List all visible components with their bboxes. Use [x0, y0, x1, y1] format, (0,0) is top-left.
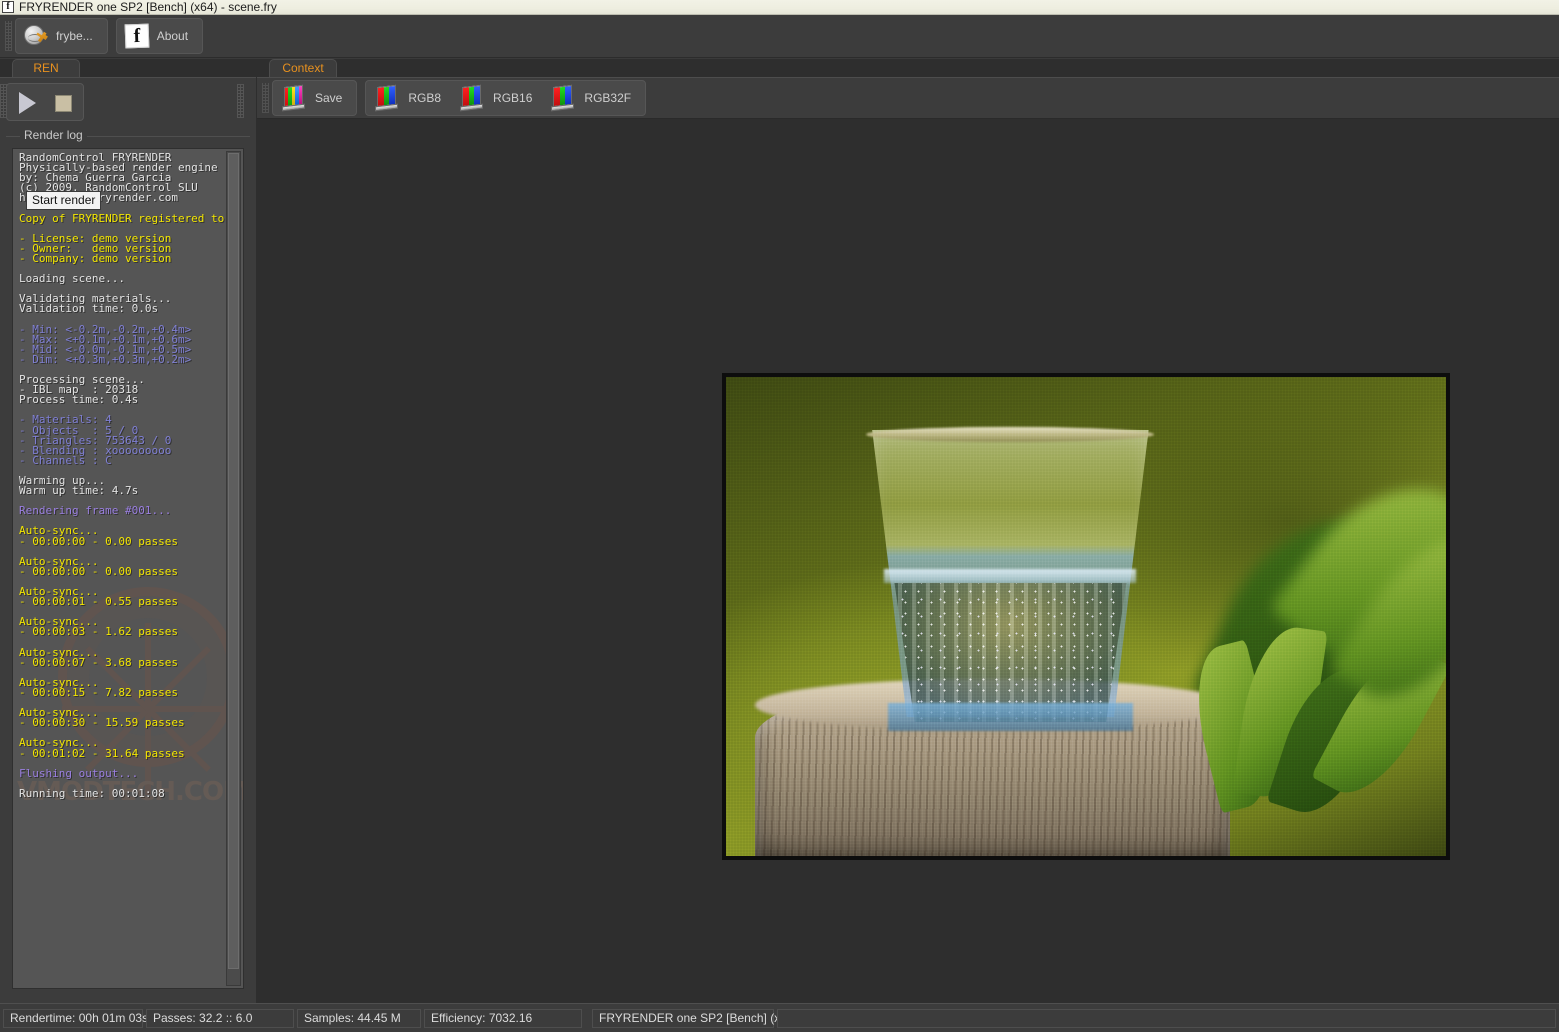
status-efficiency-value: 7032.16	[488, 1011, 533, 1025]
globe-key-icon	[24, 24, 48, 48]
log-line: - Dim: <+0.3m,+0.3m,+0.2m>	[19, 352, 192, 366]
facebook-icon: f	[124, 23, 150, 49]
status-rendertime: Rendertime: 00h 01m 03s	[3, 1008, 148, 1028]
render-log-text: RandomControl FRYRENDER Physically-based …	[19, 152, 231, 986]
window-title: FRYRENDER one SP2 [Bench] (x64) - scene.…	[19, 0, 277, 14]
render-canvas[interactable]	[257, 120, 1559, 1003]
status-passes-label: Passes:	[153, 1011, 196, 1025]
render-panel-body: Render log VMODTECH.COM RandomControl FR…	[0, 77, 256, 1003]
panel-drag-grip-right[interactable]	[237, 84, 244, 118]
log-line: - 00:00:15 - 7.82 passes	[19, 685, 178, 699]
start-render-button[interactable]	[9, 86, 45, 120]
rgb16-button-label: RGB16	[493, 91, 533, 105]
context-toolbar: Save RGB8 RGB16 RGB32F	[257, 77, 1559, 119]
rgb8-button[interactable]: RGB8	[368, 82, 453, 114]
log-line: Copy of FRYRENDER registered to:	[19, 211, 231, 225]
app-icon: f	[2, 1, 14, 13]
log-line: - 00:00:00 - 0.00 passes	[19, 534, 178, 548]
log-line: - 00:00:00 - 0.00 passes	[19, 564, 178, 578]
start-render-tooltip: Start render	[26, 191, 102, 210]
save-button[interactable]: Save	[275, 82, 354, 114]
context-panel: Context Save RGB8 RGB16 RGB32F	[257, 59, 1559, 1003]
log-line: Rendering frame #001...	[19, 504, 172, 518]
status-samples-label: Samples:	[304, 1011, 355, 1025]
main-split: REN Render log VMODTECH.COM RandomContro…	[0, 59, 1559, 1003]
log-line: - 00:00:03 - 1.62 passes	[19, 625, 178, 639]
scrollbar-thumb[interactable]	[228, 153, 239, 970]
rgb32f-button[interactable]: RGB32F	[544, 82, 643, 114]
app-toolbar: frybe... f About	[0, 15, 1559, 58]
context-toolbar-grip[interactable]	[262, 83, 269, 113]
log-line: - Company: demo version	[19, 251, 172, 265]
rgb8-icon	[374, 84, 400, 112]
log-line: - Channels : C	[19, 453, 112, 467]
stop-icon	[54, 94, 72, 112]
log-line: - 00:00:30 - 15.59 passes	[19, 716, 185, 730]
status-samples-value: 44.45 M	[357, 1011, 401, 1025]
render-log-label: Render log	[20, 128, 87, 142]
log-line: Running time: 00:01:08	[19, 786, 165, 800]
save-button-label: Save	[315, 91, 343, 105]
save-button-group: Save	[272, 80, 358, 116]
format-button-group: RGB8 RGB16 RGB32F	[365, 80, 647, 116]
log-line: Process time: 0.4s	[19, 393, 139, 407]
frybe-button[interactable]: frybe...	[18, 20, 105, 52]
play-icon	[18, 92, 36, 114]
about-button[interactable]: f About	[119, 20, 200, 52]
stop-render-button[interactable]	[45, 86, 81, 120]
frybe-button-label: frybe...	[56, 29, 93, 43]
tab-context[interactable]: Context	[269, 59, 337, 77]
rgb32f-button-label: RGB32F	[584, 91, 632, 105]
context-tab-strip: Context	[257, 59, 1559, 77]
log-line: Flushing output...	[19, 766, 139, 780]
log-line: - 00:01:02 - 31.64 passes	[19, 746, 185, 760]
status-efficiency-label: Efficiency:	[431, 1011, 486, 1025]
render-image-frame[interactable]	[722, 373, 1450, 860]
log-line: Loading scene...	[19, 272, 125, 286]
rgb16-button[interactable]: RGB16	[453, 82, 544, 114]
log-line: - 00:00:01 - 0.55 passes	[19, 595, 178, 609]
toolbar-drag-grip[interactable]	[5, 21, 12, 51]
status-samples: Samples: 44.45 M	[297, 1008, 421, 1028]
log-line: Validation time: 0.0s	[19, 302, 159, 316]
ren-tab-strip: REN	[0, 59, 256, 77]
transport-controls	[6, 82, 84, 122]
render-log-group: Render log VMODTECH.COM RandomControl FR…	[6, 128, 250, 995]
log-line: - 00:00:07 - 3.68 passes	[19, 655, 178, 669]
status-tail	[777, 1008, 1556, 1028]
render-panel: REN Render log VMODTECH.COM RandomContro…	[0, 59, 257, 1003]
status-passes-value: 32.2 :: 6.0	[199, 1011, 253, 1025]
app-button-group: frybe...	[15, 18, 108, 54]
transport-button-group	[6, 83, 84, 121]
status-efficiency: Efficiency: 7032.16	[424, 1008, 582, 1028]
rgb32f-icon	[550, 84, 576, 112]
rgb16-icon	[459, 84, 485, 112]
log-line: Warm up time: 4.7s	[19, 484, 139, 498]
status-rendertime-value: 00h 01m 03s	[78, 1011, 149, 1025]
status-bar: Rendertime: 00h 01m 03s Passes: 32.2 :: …	[0, 1003, 1559, 1032]
about-button-group: f About	[115, 18, 204, 54]
window-title-bar: f FRYRENDER one SP2 [Bench] (x64) - scen…	[0, 0, 1559, 15]
status-passes: Passes: 32.2 :: 6.0	[146, 1008, 294, 1028]
rgb8-button-label: RGB8	[408, 91, 442, 105]
status-rendertime-label: Rendertime:	[10, 1011, 76, 1025]
render-log-view[interactable]: VMODTECH.COM RandomControl FRYRENDER Phys…	[12, 148, 244, 989]
render-log-scrollbar[interactable]	[226, 151, 241, 986]
color-swatch-icon	[281, 84, 307, 112]
tab-ren[interactable]: REN	[12, 59, 80, 77]
rendered-image	[726, 377, 1446, 856]
about-button-label: About	[156, 29, 189, 43]
status-app-name: FRYRENDER one SP2 [Bench] (x64)	[592, 1008, 798, 1028]
